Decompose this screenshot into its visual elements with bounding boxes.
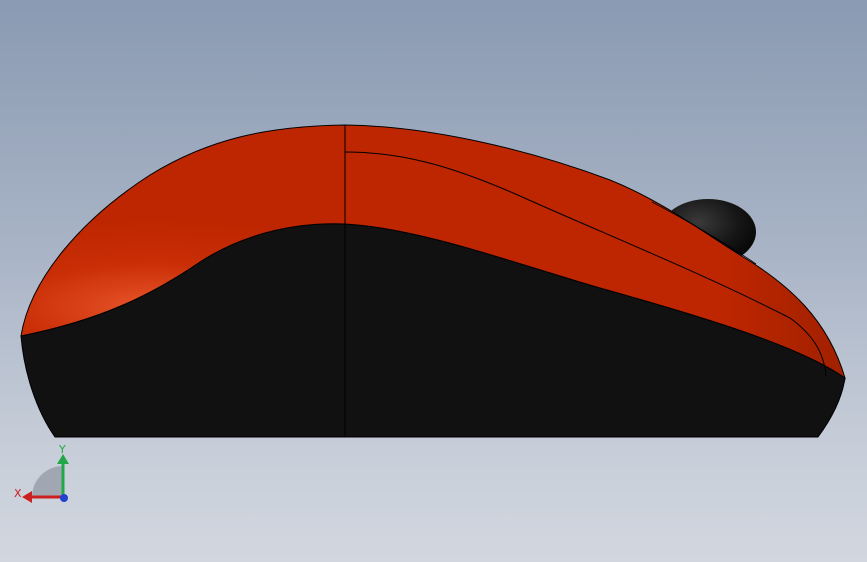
triad-z-axis xyxy=(60,494,68,502)
triad-x-arrow xyxy=(22,491,32,503)
triad-x-label: X xyxy=(14,487,22,500)
orientation-triad[interactable]: Y X xyxy=(10,440,80,512)
triad-y-label: Y xyxy=(58,443,66,456)
triad-plane-shading xyxy=(32,466,63,497)
mouse-model[interactable] xyxy=(0,0,867,562)
graphics-viewport[interactable]: Y X xyxy=(0,0,867,562)
